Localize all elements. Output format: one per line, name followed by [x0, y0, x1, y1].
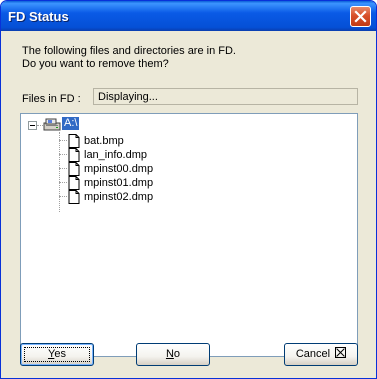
tree-root-drive-a[interactable]: A:\ — [62, 117, 80, 130]
window-title: FD Status — [8, 9, 69, 24]
tree-item-connector — [59, 140, 67, 141]
tree-item-connector — [59, 154, 67, 155]
tree-item-connector — [59, 168, 67, 169]
tree-item-label: lan_info.dmp — [84, 149, 147, 161]
close-icon — [354, 10, 367, 23]
prompt-line-2: Do you want to remove them? — [22, 58, 169, 70]
tree-item-label: mpinst00.dmp — [84, 163, 154, 175]
dialog-body: The following files and directories are … — [4, 31, 373, 375]
yes-button[interactable]: Yes — [20, 343, 94, 366]
no-button[interactable]: No — [136, 343, 210, 366]
prompt-line-1: The following files and directories are … — [22, 45, 236, 57]
file-tree-view[interactable]: A:\ bat.bmp lan_info.dmp mpinst00.dmp mp… — [20, 113, 358, 357]
prompt-message: The following files and directories are … — [22, 45, 236, 71]
tree-connector-line — [59, 132, 60, 212]
file-icon — [68, 162, 80, 176]
files-status-field: Displaying... — [93, 88, 358, 105]
focus-rectangle — [24, 347, 90, 362]
tree-item-connector — [59, 182, 67, 183]
cancel-box-icon — [335, 347, 347, 358]
fd-status-dialog: FD Status The following files and direct… — [0, 0, 377, 379]
tree-item-label: mpinst02.dmp — [84, 191, 154, 203]
tree-item-label: mpinst01.dmp — [84, 177, 154, 189]
file-icon — [68, 190, 80, 204]
tree-item-label: bat.bmp — [84, 135, 124, 147]
cancel-button[interactable]: Cancel — [284, 343, 358, 366]
file-icon — [68, 134, 80, 148]
collapse-expander-icon[interactable] — [28, 121, 37, 130]
file-icon — [68, 148, 80, 162]
no-mnemonic: N — [165, 348, 174, 360]
cancel-label: Cancel — [295, 348, 331, 360]
file-icon — [68, 176, 80, 190]
no-label-rest: o — [173, 348, 181, 360]
tree-item-connector — [59, 196, 67, 197]
files-in-fd-label: Files in FD : — [22, 93, 81, 105]
floppy-drive-icon — [43, 118, 61, 131]
close-button[interactable] — [350, 6, 371, 27]
title-bar[interactable]: FD Status — [1, 1, 376, 31]
